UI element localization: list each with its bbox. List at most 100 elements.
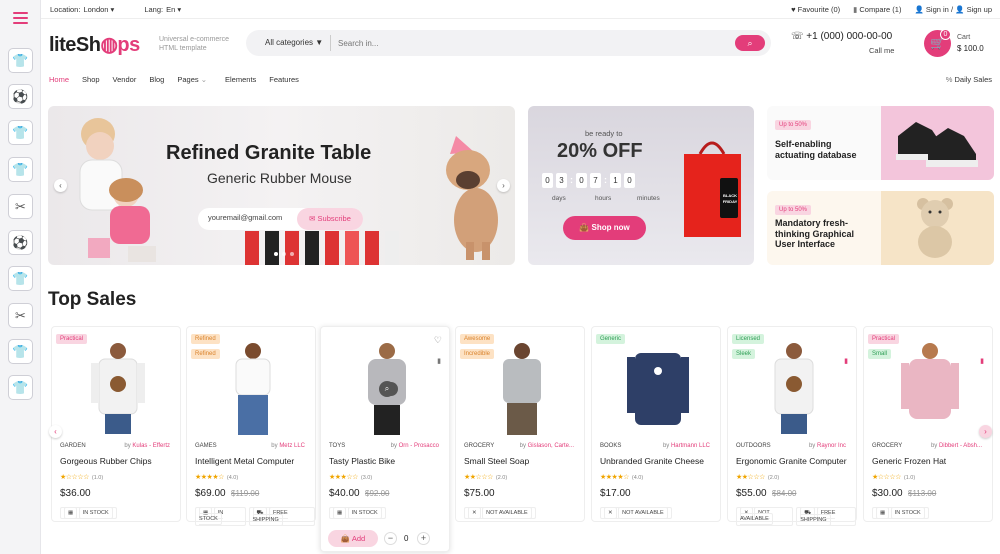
slider-dot[interactable] [282, 252, 286, 256]
vendor-link[interactable]: Dibbert - Absh... [939, 443, 982, 449]
product-image[interactable] [625, 339, 691, 435]
slider-dot[interactable] [290, 252, 294, 256]
product-category[interactable]: TOYS [329, 443, 345, 449]
compare-icon[interactable]: ▮ [980, 357, 984, 365]
product-image[interactable] [761, 339, 827, 435]
product-card[interactable]: ♡ ▮ ⌕ TOYS by Orn - Prosacco Tasty Plastic Bi… [320, 326, 450, 552]
vendor-link[interactable]: Gislason, Carte... [528, 443, 574, 449]
sign-in-link[interactable]: Sign in [926, 5, 949, 14]
nav-pages[interactable]: Pages ⌄ [177, 75, 207, 84]
compare-link[interactable]: ▮ Compare (1) [853, 5, 901, 14]
product-image[interactable] [897, 339, 963, 435]
shirt-category-icon[interactable]: 👕 [8, 375, 33, 400]
sign-up-link[interactable]: Sign up [967, 5, 992, 14]
nav-features[interactable]: Features [269, 75, 299, 84]
slider-dot[interactable] [274, 252, 278, 256]
rating-text: (3.0) [360, 475, 373, 481]
vendor-link[interactable]: Raynor Inc [817, 443, 846, 449]
product-category[interactable]: GARDEN [60, 443, 86, 449]
quantity-decrease-button[interactable]: − [384, 532, 397, 545]
tag-label: NOT AVAILABLE [618, 507, 668, 519]
product-name[interactable]: Tasty Plastic Bike [329, 456, 395, 466]
promo-card[interactable]: Up to 50% Self-enabling actuating databas… [767, 106, 994, 180]
product-card[interactable]: Refined Refined GAMES by Metz LLC Intelligen… [186, 326, 316, 526]
product-category[interactable]: GAMES [195, 443, 217, 449]
rating-text: (4.0) [226, 475, 239, 481]
product-name[interactable]: Unbranded Granite Cheese [600, 456, 704, 466]
tools-category-icon[interactable]: ✂ [8, 194, 33, 219]
nav-shop[interactable]: Shop [82, 75, 100, 84]
vendor-link[interactable]: Kulas - Effertz [132, 443, 170, 449]
carousel-next-button[interactable]: › [979, 425, 992, 438]
zoom-icon[interactable]: ⌕ [379, 381, 395, 397]
tools-category-icon[interactable]: ✂ [8, 303, 33, 328]
shop-now-button[interactable]: 👜 Shop now [563, 216, 646, 240]
tag-label: IN STOCK [78, 507, 113, 519]
nav-blog[interactable]: Blog [149, 75, 164, 84]
subscribe-button[interactable]: ✉ Subscribe [297, 208, 363, 230]
phone-number[interactable]: ☏ +1 (000) 000-00-00 [791, 31, 892, 42]
product-tags: ✕ NOT AVAILABLE [464, 507, 536, 519]
heart-icon[interactable]: ♡ [434, 335, 442, 346]
vendor-link[interactable]: Hartmann LLC [671, 443, 710, 449]
ball-category-icon[interactable]: ⚽ [8, 84, 33, 109]
compare-icon[interactable]: ▮ [437, 357, 441, 365]
add-label: Add [351, 534, 366, 543]
shirt-category-icon[interactable]: 👕 [8, 48, 33, 73]
quantity-value: 0 [404, 534, 409, 543]
logo[interactable]: liteSh◍ps [49, 32, 140, 57]
search-input[interactable] [338, 35, 728, 51]
card-title-line: thinking Graphical [775, 228, 855, 239]
slider-next-button[interactable]: › [497, 179, 510, 192]
card-title: Self-enabling actuating database [775, 139, 857, 160]
vendor-link[interactable]: Orn - Prosacco [399, 443, 439, 449]
call-me-link[interactable]: Call me [869, 46, 894, 55]
location-selector[interactable]: Location: London ▾ [50, 5, 128, 14]
product-name[interactable]: Ergonomic Granite Computer [736, 456, 847, 466]
shirt-category-icon[interactable]: 👕 [8, 157, 33, 182]
product-tag: ▦ IN STOCK [60, 507, 117, 519]
vendor-link[interactable]: Metz LLC [279, 443, 305, 449]
product-category[interactable]: GROCERY [872, 443, 902, 449]
nav-elements[interactable]: Elements [225, 75, 256, 84]
product-name[interactable]: Gorgeous Rubber Chips [60, 456, 152, 466]
ball-category-icon[interactable]: ⚽ [8, 230, 33, 255]
category-select[interactable]: All categories ▼ [265, 38, 323, 47]
lang-selector[interactable]: Lang: En ▾ [144, 5, 195, 14]
product-image[interactable] [220, 339, 286, 435]
search-button[interactable]: ⌕ [735, 35, 765, 51]
product-card[interactable]: Generic BOOKS by Hartmann LLC Unbranded Gra… [591, 326, 721, 522]
slider-prev-button[interactable]: ‹ [54, 179, 67, 192]
tag-label: IN STOCK [890, 507, 925, 519]
product-name[interactable]: Intelligent Metal Computer [195, 456, 294, 466]
bag-icon: 👜 [340, 534, 351, 543]
daily-sales-link[interactable]: % Daily Sales [946, 75, 992, 84]
email-field[interactable] [208, 213, 303, 222]
favourite-link[interactable]: ♥ Favourite (0) [791, 5, 840, 14]
menu-icon[interactable] [13, 12, 28, 24]
product-card[interactable]: Awesome Incredible GROCERY by Gislason, Car… [455, 326, 585, 522]
quantity-increase-button[interactable]: + [417, 532, 430, 545]
shirt-category-icon[interactable]: 👕 [8, 266, 33, 291]
product-name[interactable]: Generic Frozen Hat [872, 456, 946, 466]
add-to-cart-button[interactable]: 👜 Add [328, 530, 378, 547]
product-image[interactable] [85, 339, 151, 435]
nav-home[interactable]: Home [49, 75, 69, 84]
product-image[interactable] [489, 339, 555, 435]
nav-vendor[interactable]: Vendor [113, 75, 137, 84]
product-price: $36.00 [60, 488, 91, 499]
product-card[interactable]: Licensed Sleek ▮ OUTDOORS by Raynor Inc Ergon… [727, 326, 857, 526]
product-name[interactable]: Small Steel Soap [464, 456, 529, 466]
promo-card[interactable]: Up to 50% Mandatory fresh-thinking Graph… [767, 191, 994, 265]
product-category[interactable]: GROCERY [464, 443, 494, 449]
shirt-category-icon[interactable]: 👕 [8, 339, 33, 364]
compare-icon[interactable]: ▮ [844, 357, 848, 365]
shirt-category-icon[interactable]: 👕 [8, 120, 33, 145]
tag-label: NOT AVAILABLE [482, 507, 532, 519]
carousel-prev-button[interactable]: ‹ [49, 425, 62, 438]
product-category[interactable]: BOOKS [600, 443, 621, 449]
product-old-price: $92.00 [365, 489, 390, 498]
product-card[interactable]: Practical Small ▮ GROCERY by Dibbert - Absh.… [863, 326, 993, 522]
product-card[interactable]: Practical GARDEN by Kulas - Effertz Gorgeou… [51, 326, 181, 522]
product-category[interactable]: OUTDOORS [736, 443, 771, 449]
